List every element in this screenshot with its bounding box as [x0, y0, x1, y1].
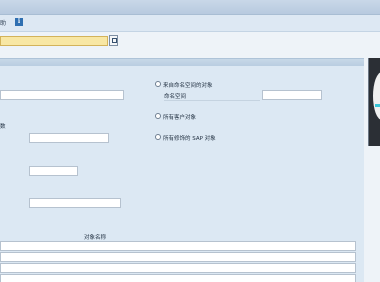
command-field[interactable]: [0, 36, 108, 46]
radio-sap[interactable]: [155, 134, 161, 140]
radio-namespace-label: 来自命名空间的对象: [163, 83, 213, 89]
side-image-graphic: [373, 72, 380, 120]
left-input-3[interactable]: [29, 166, 78, 176]
radio-customer-label: 所有客户对象: [163, 115, 197, 121]
table-row[interactable]: [0, 241, 356, 251]
left-label-fragment: 数: [0, 124, 6, 130]
column-header-object-name: 对象名称: [84, 235, 107, 241]
namespace-divider: [164, 100, 260, 101]
left-input-2[interactable]: [29, 133, 109, 143]
left-input-4[interactable]: [29, 198, 121, 208]
namespace-label: 命名空间: [164, 94, 187, 100]
radio-sap-label: 所有修饰的 SAP 对象: [163, 136, 216, 142]
side-image: [368, 58, 380, 146]
namespace-input[interactable]: [262, 90, 322, 100]
toolbar-label: 助: [0, 20, 7, 27]
table-row[interactable]: [0, 263, 356, 273]
radio-namespace[interactable]: [155, 81, 161, 87]
command-field-button[interactable]: [109, 35, 118, 46]
panel-header-bar: [0, 58, 364, 66]
table-row[interactable]: [0, 252, 356, 262]
title-bar: [0, 0, 380, 15]
sap-screen: 助 i 数 来自命名空间的对象 命名空间 所有客户对象 所有修饰的 SAP 对象…: [0, 0, 380, 282]
application-toolbar: 助 i: [0, 15, 380, 32]
table-row[interactable]: [0, 274, 356, 282]
left-input-1[interactable]: [0, 90, 124, 100]
info-icon[interactable]: i: [15, 18, 23, 26]
radio-customer[interactable]: [155, 113, 161, 119]
command-row: [0, 32, 380, 52]
